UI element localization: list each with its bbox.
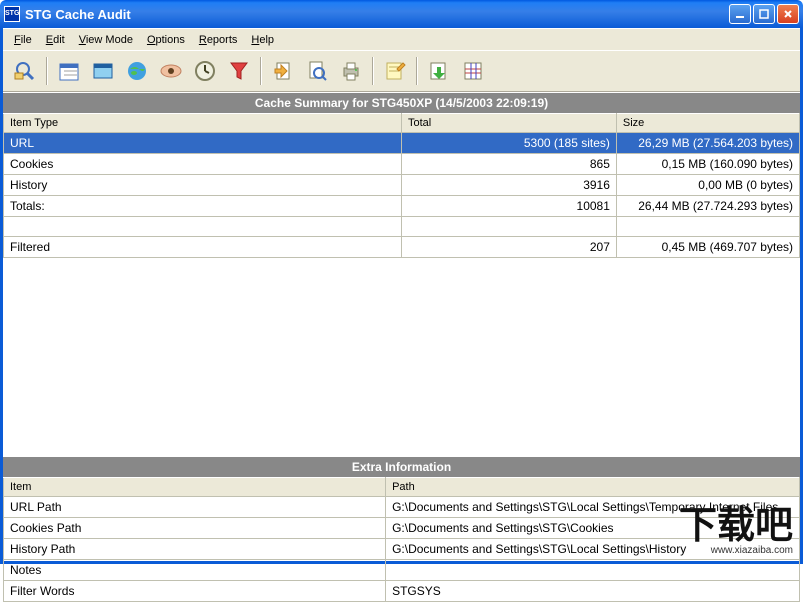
menu-reports[interactable]: Reports	[192, 32, 245, 48]
watermark-logo: 下载吧	[679, 507, 793, 545]
maximize-button[interactable]	[753, 4, 775, 24]
export-icon	[271, 59, 295, 83]
menu-options[interactable]: Options	[140, 32, 192, 48]
summary-row[interactable]: Cookies8650,15 MB (160.090 bytes)	[4, 154, 800, 175]
calendar-button[interactable]	[53, 55, 85, 87]
col-path[interactable]: Path	[386, 478, 800, 497]
sheet-arrow-button[interactable]	[423, 55, 455, 87]
cell-type: History	[4, 175, 402, 196]
summary-table[interactable]: Item Type Total Size URL5300 (185 sites)…	[3, 113, 800, 258]
cell-total: 10081	[402, 196, 617, 217]
eye-button[interactable]	[155, 55, 187, 87]
col-item[interactable]: Item	[4, 478, 386, 497]
summary-row[interactable]	[4, 217, 800, 237]
watermark: 下载吧 www.xiazaiba.com	[679, 507, 793, 556]
summary-row[interactable]: History39160,00 MB (0 bytes)	[4, 175, 800, 196]
cell-item: History Path	[4, 539, 386, 560]
menu-bar: File Edit View Mode Options Reports Help	[3, 28, 800, 50]
zoom-page-button[interactable]	[301, 55, 333, 87]
cell-size: 0,45 MB (469.707 bytes)	[616, 237, 799, 258]
globe-icon	[125, 59, 149, 83]
cell-type: Filtered	[4, 237, 402, 258]
window-controls	[729, 4, 799, 24]
menu-file[interactable]: File	[7, 32, 39, 48]
toolbar	[3, 50, 800, 92]
extra-header-row: Item Path	[4, 478, 800, 497]
calendar-icon	[57, 59, 81, 83]
menu-help[interactable]: Help	[244, 32, 281, 48]
extra-header: Extra Information	[3, 456, 800, 477]
cell-size: 0,15 MB (160.090 bytes)	[616, 154, 799, 175]
col-size[interactable]: Size	[616, 114, 799, 133]
summary-header-row: Item Type Total Size	[4, 114, 800, 133]
extra-row[interactable]: Notes	[4, 560, 800, 581]
cell-type: Totals:	[4, 196, 402, 217]
funnel-icon	[227, 59, 251, 83]
cell-total	[402, 217, 617, 237]
sheet-arrow-icon	[427, 59, 451, 83]
app-icon: STG	[4, 6, 20, 22]
sheet-grid-icon	[461, 59, 485, 83]
toolbar-separator	[260, 57, 262, 85]
summary-empty-area	[3, 258, 800, 456]
cell-path: STGSYS	[386, 581, 800, 602]
cell-type	[4, 217, 402, 237]
window-button[interactable]	[87, 55, 119, 87]
cell-size: 0,00 MB (0 bytes)	[616, 175, 799, 196]
toolbar-separator	[46, 57, 48, 85]
cell-type: Cookies	[4, 154, 402, 175]
sheet-grid-button[interactable]	[457, 55, 489, 87]
summary-row[interactable]: Totals:1008126,44 MB (27.724.293 bytes)	[4, 196, 800, 217]
zoom-page-icon	[305, 59, 329, 83]
col-total[interactable]: Total	[402, 114, 617, 133]
menu-viewmode[interactable]: View Mode	[72, 32, 140, 48]
window-title: STG Cache Audit	[25, 7, 729, 22]
menu-edit[interactable]: Edit	[39, 32, 72, 48]
search-zoom-button[interactable]	[9, 55, 41, 87]
summary-header: Cache Summary for STG450XP (14/5/2003 22…	[3, 92, 800, 113]
close-button[interactable]	[777, 4, 799, 24]
title-bar: STG STG Cache Audit	[0, 0, 803, 28]
clock-icon	[193, 59, 217, 83]
cell-type: URL	[4, 133, 402, 154]
summary-row[interactable]: URL5300 (185 sites)26,29 MB (27.564.203 …	[4, 133, 800, 154]
cell-item: URL Path	[4, 497, 386, 518]
globe-button[interactable]	[121, 55, 153, 87]
cell-item: Notes	[4, 560, 386, 581]
col-item-type[interactable]: Item Type	[4, 114, 402, 133]
cell-item: Filter Words	[4, 581, 386, 602]
cell-size: 26,44 MB (27.724.293 bytes)	[616, 196, 799, 217]
print-button[interactable]	[335, 55, 367, 87]
summary-row[interactable]: Filtered2070,45 MB (469.707 bytes)	[4, 237, 800, 258]
search-zoom-icon	[13, 59, 37, 83]
edit-note-icon	[383, 59, 407, 83]
window-icon	[91, 59, 115, 83]
cell-size	[616, 217, 799, 237]
extra-row[interactable]: Filter WordsSTGSYS	[4, 581, 800, 602]
cell-total: 5300 (185 sites)	[402, 133, 617, 154]
export-button[interactable]	[267, 55, 299, 87]
cell-total: 3916	[402, 175, 617, 196]
cell-total: 865	[402, 154, 617, 175]
funnel-button[interactable]	[223, 55, 255, 87]
cell-path	[386, 560, 800, 581]
clock-button[interactable]	[189, 55, 221, 87]
minimize-button[interactable]	[729, 4, 751, 24]
toolbar-separator	[416, 57, 418, 85]
cell-item: Cookies Path	[4, 518, 386, 539]
edit-note-button[interactable]	[379, 55, 411, 87]
eye-icon	[159, 59, 183, 83]
print-icon	[339, 59, 363, 83]
cell-size: 26,29 MB (27.564.203 bytes)	[616, 133, 799, 154]
cell-total: 207	[402, 237, 617, 258]
toolbar-separator	[372, 57, 374, 85]
